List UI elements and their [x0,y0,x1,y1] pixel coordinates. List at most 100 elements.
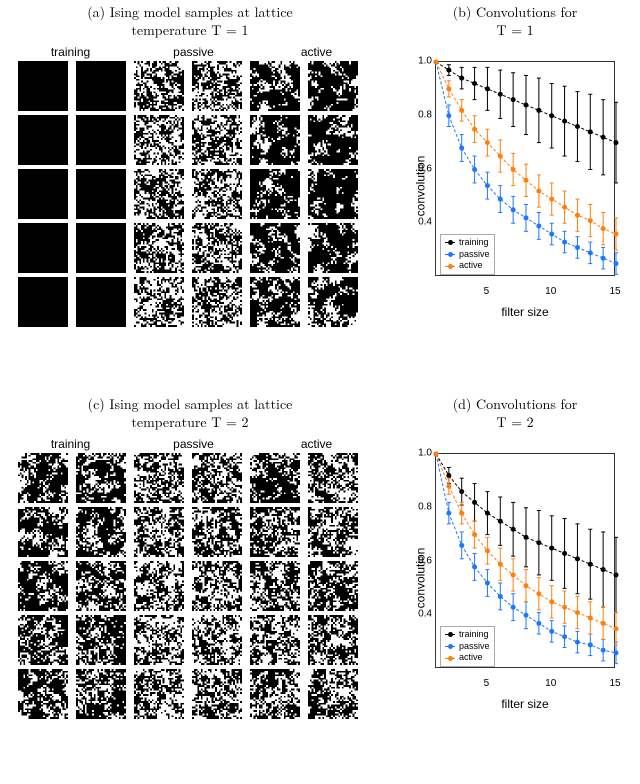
x-tick: 5 [484,678,490,689]
ising-sample [18,669,68,719]
ising-sample [76,277,126,327]
col-header-training: training [18,45,123,59]
ising-sample [76,115,126,165]
caption-text-2: T = 2 [496,412,533,432]
ising-sample [18,561,68,611]
ising-sample [308,115,358,165]
chart-legend: trainingpassiveactive [440,626,495,667]
ising-sample [18,115,68,165]
legend-marker-icon [445,266,455,267]
ising-sample [308,615,358,665]
ising-sample [250,223,300,273]
ising-sample [76,169,126,219]
x-tick: 15 [609,678,620,689]
ising-sample [250,277,300,327]
ising-sample [192,507,242,557]
ising-sample [192,453,242,503]
ising-sample [250,615,300,665]
legend-label: passive [459,641,490,653]
legend-item: training [445,629,490,641]
caption-text-2: T = 1 [496,20,533,40]
ising-sample [308,277,358,327]
legend-marker-icon [445,634,455,635]
col-header-active: active [264,437,369,451]
panel-a: (a) Ising model samples at lattice tempe… [0,0,380,327]
samples-grid-a [0,61,380,327]
col-header-training: training [18,437,123,451]
chart-d: 0.40.60.81.051015convolutionfilter sizet… [390,443,625,713]
ising-sample [18,223,68,273]
y-tick: 0.4 [410,609,432,620]
ising-sample [76,615,126,665]
legend-item: active [445,260,490,272]
ising-sample [192,61,242,111]
legend-item: passive [445,641,490,653]
x-tick: 10 [545,678,556,689]
legend-label: training [459,629,489,641]
y-axis-label: convolution [413,156,427,217]
ising-sample [76,61,126,111]
legend-item: active [445,652,490,664]
ising-sample [308,507,358,557]
ising-sample [76,453,126,503]
x-tick: 15 [609,286,620,297]
ising-sample [134,453,184,503]
legend-label: active [459,260,483,272]
caption-text-2: temperature T = 1 [131,20,248,40]
y-tick: 1.0 [410,448,432,459]
legend-marker-icon [445,242,455,243]
legend-marker-icon [445,646,455,647]
panel-c: (c) Ising model samples at lattice tempe… [0,392,380,719]
ising-sample [134,115,184,165]
ising-sample [18,61,68,111]
ising-sample [192,561,242,611]
ising-sample [250,115,300,165]
ising-sample [250,669,300,719]
ising-sample [134,615,184,665]
legend-item: training [445,237,490,249]
ising-sample [18,507,68,557]
chart-b: 0.40.60.81.051015convolutionfilter sizet… [390,51,625,321]
ising-sample [308,669,358,719]
x-tick: 5 [484,286,490,297]
ising-sample [308,61,358,111]
ising-sample [250,169,300,219]
ising-sample [250,507,300,557]
ising-sample [18,169,68,219]
ising-sample [134,507,184,557]
ising-sample [134,169,184,219]
ising-sample [134,669,184,719]
x-axis-label: filter size [435,305,615,319]
col-header-passive: passive [141,437,246,451]
legend-marker-icon [445,658,455,659]
panel-b: (b) Convolutions for T = 1 0.40.60.81.05… [390,0,640,321]
y-tick: 0.8 [410,109,432,120]
panel-d: (d) Convolutions for T = 2 0.40.60.81.05… [390,392,640,713]
ising-sample [76,669,126,719]
legend-marker-icon [445,254,455,255]
ising-sample [192,223,242,273]
legend-label: passive [459,249,490,261]
y-axis-label: convolution [413,548,427,609]
ising-sample [192,669,242,719]
ising-sample [250,453,300,503]
chart-legend: trainingpassiveactive [440,234,495,275]
ising-sample [134,61,184,111]
panel-c-caption: (c) Ising model samples at lattice tempe… [0,392,380,437]
panel-b-caption: (b) Convolutions for T = 1 [390,0,640,45]
legend-item: passive [445,249,490,261]
y-tick: 0.8 [410,501,432,512]
samples-grid-c [0,453,380,719]
ising-sample [134,561,184,611]
col-header-active: active [264,45,369,59]
x-tick: 10 [545,286,556,297]
ising-sample [192,169,242,219]
column-headers-c: training passive active [0,437,380,451]
y-tick: 1.0 [410,56,432,67]
ising-sample [308,169,358,219]
y-tick: 0.4 [410,217,432,228]
ising-sample [134,223,184,273]
panel-a-caption: (a) Ising model samples at lattice tempe… [0,0,380,45]
ising-sample [192,277,242,327]
ising-sample [76,561,126,611]
